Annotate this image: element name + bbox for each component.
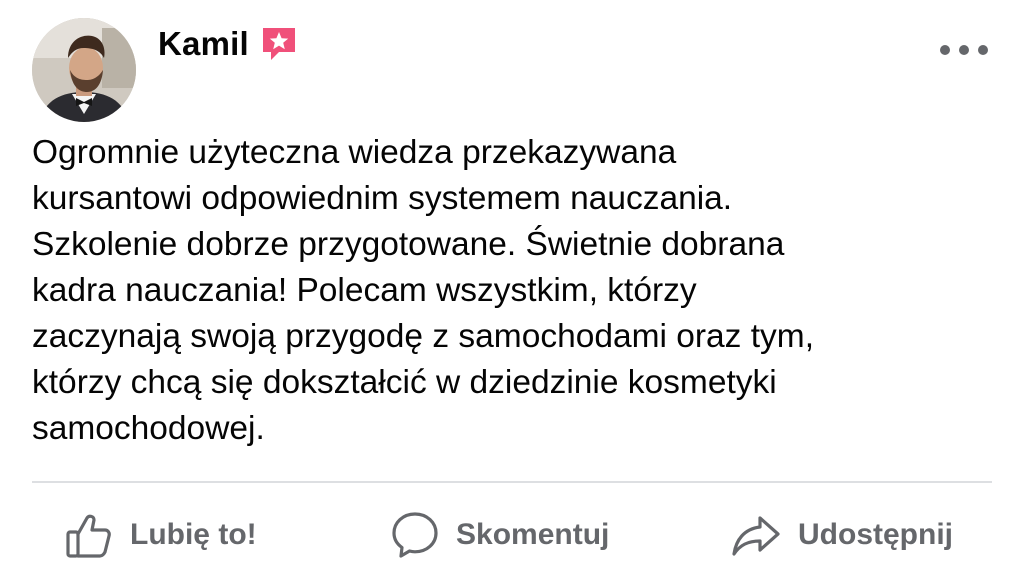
share-button[interactable]: Udostępnij — [730, 500, 953, 570]
more-dot — [940, 45, 950, 55]
action-bar: Lubię to! Skomentuj Udostępnij — [0, 500, 1024, 570]
like-button[interactable]: Lubię to! — [64, 500, 257, 570]
avatar-photo — [32, 18, 136, 122]
share-label: Udostępnij — [798, 518, 953, 551]
post-header: Kamil — [32, 18, 992, 128]
comment-label: Skomentuj — [456, 518, 610, 551]
thumbs-up-icon — [64, 510, 114, 560]
post-text: Ogromnie użyteczna wiedza przekazywana k… — [32, 134, 814, 447]
author-name[interactable]: Kamil — [158, 25, 249, 63]
post-card: Kamil Ogromnie użyteczna wiedza przekazy… — [0, 0, 1024, 576]
comment-button[interactable]: Skomentuj — [390, 500, 609, 570]
like-label: Lubię to! — [130, 518, 257, 551]
star-badge-icon — [259, 24, 299, 64]
comment-bubble-icon — [390, 510, 440, 560]
more-dot — [959, 45, 969, 55]
divider — [32, 481, 992, 483]
author-row: Kamil — [158, 24, 299, 64]
more-options-icon[interactable] — [940, 40, 988, 60]
avatar[interactable] — [32, 18, 136, 122]
share-arrow-icon — [730, 510, 782, 560]
more-dot — [978, 45, 988, 55]
